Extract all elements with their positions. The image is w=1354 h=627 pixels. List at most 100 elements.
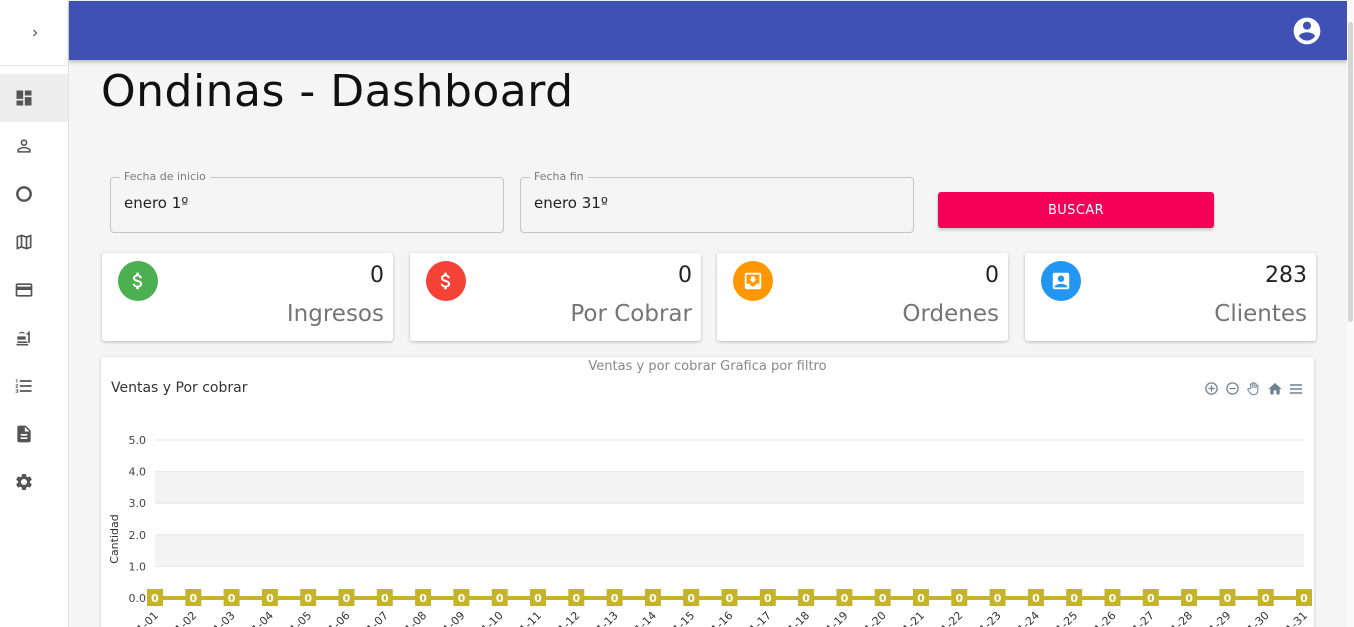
y-tick-label: 5.0 — [129, 434, 147, 447]
x-tick-label: 01-16 — [704, 609, 736, 627]
end-date-label: Fecha fin — [530, 170, 588, 183]
x-tick-label: 01-26 — [1087, 609, 1119, 627]
stat-value-por-cobrar: 0 — [678, 263, 692, 288]
x-tick-label: 01-15 — [666, 609, 698, 627]
start-date-label: Fecha de inicio — [120, 170, 210, 183]
data-label: 0 — [1262, 592, 1270, 605]
start-date-input[interactable] — [124, 194, 484, 212]
data-label: 0 — [611, 592, 619, 605]
grid-band — [155, 534, 1304, 567]
start-date-field[interactable]: Fecha de inicio — [110, 170, 504, 233]
x-tick-label: 01-13 — [589, 609, 621, 627]
sidebar-item-payments[interactable] — [0, 266, 68, 314]
stat-card-clientes: 283 Clientes — [1025, 253, 1316, 341]
data-label: 0 — [726, 592, 734, 605]
x-tick-label: 01-05 — [283, 609, 315, 627]
x-tick-label: 01-04 — [244, 609, 276, 627]
data-label: 0 — [1032, 592, 1040, 605]
stat-label-por-cobrar: Por Cobrar — [570, 301, 692, 327]
sidebar-item-users[interactable] — [0, 122, 68, 170]
data-label: 0 — [841, 592, 849, 605]
stat-value-clientes: 283 — [1265, 263, 1307, 288]
sidebar-item-orders[interactable] — [0, 314, 68, 362]
x-tick-label: 01-28 — [1163, 609, 1195, 627]
x-tick-label: 01-30 — [1240, 609, 1272, 627]
data-label: 0 — [304, 592, 312, 605]
data-label: 0 — [764, 592, 772, 605]
settings-icon — [16, 474, 32, 490]
data-label: 0 — [419, 592, 427, 605]
chart-toolbar — [1203, 380, 1304, 397]
data-label: 0 — [917, 592, 925, 605]
y-tick-label: 3.0 — [129, 497, 147, 510]
stat-value-ingresos: 0 — [370, 263, 384, 288]
x-tick-label: 01-10 — [474, 609, 506, 627]
chart-title: Ventas y Por cobrar — [111, 380, 248, 396]
x-tick-label: 01-06 — [321, 609, 353, 627]
account-circle-icon — [1293, 17, 1321, 45]
dollar-icon — [426, 261, 466, 301]
home-icon[interactable] — [1266, 380, 1283, 397]
data-label: 0 — [649, 592, 657, 605]
data-label: 0 — [534, 592, 542, 605]
sidebar-toggle-button[interactable] — [0, 0, 69, 66]
grid-band — [155, 471, 1304, 504]
x-tick-label: 01-09 — [436, 609, 468, 627]
sidebar-item-circle[interactable] — [0, 170, 68, 218]
data-label: 0 — [151, 592, 159, 605]
contact-icon — [1041, 261, 1081, 301]
scrollbar-thumb[interactable] — [1348, 22, 1353, 322]
page-scrollbar[interactable] — [1347, 0, 1354, 627]
menu-icon[interactable] — [1287, 380, 1304, 397]
x-tick-label: 01-07 — [359, 609, 391, 627]
chart-plot: 0.01.02.03.04.05.0Cantidad001-01001-0200… — [108, 434, 1312, 627]
x-tick-label: 01-20 — [857, 609, 889, 627]
data-label: 0 — [802, 592, 810, 605]
x-tick-label: 01-23 — [972, 609, 1004, 627]
x-tick-label: 01-02 — [168, 609, 200, 627]
data-label: 0 — [1109, 592, 1117, 605]
sidebar-item-reports[interactable] — [0, 410, 68, 458]
x-tick-label: 01-17 — [742, 609, 774, 627]
inbox-icon — [733, 261, 773, 301]
sidebar-item-map[interactable] — [0, 218, 68, 266]
x-tick-label: 01-08 — [397, 609, 429, 627]
y-tick-label: 2.0 — [129, 529, 147, 542]
data-label: 0 — [879, 592, 887, 605]
page-title: Ondinas - Dashboard — [101, 66, 574, 117]
x-tick-label: 01-31 — [1278, 609, 1310, 627]
pan-hand-icon[interactable] — [1245, 380, 1262, 397]
data-label: 0 — [228, 592, 236, 605]
end-date-input[interactable] — [534, 194, 894, 212]
data-label: 0 — [1300, 592, 1308, 605]
dashboard-icon — [16, 90, 32, 106]
data-label: 0 — [266, 592, 274, 605]
sidebar-item-list[interactable] — [0, 362, 68, 410]
stat-card-ingresos: 0 Ingresos — [102, 253, 393, 341]
list-icon — [15, 379, 32, 393]
zoom-in-icon[interactable] — [1203, 380, 1220, 397]
account-button[interactable] — [1291, 15, 1323, 47]
chevron-right-icon — [32, 29, 37, 36]
stat-label-ingresos: Ingresos — [286, 301, 384, 327]
search-button[interactable]: BUSCAR — [938, 192, 1214, 228]
x-tick-label: 01-27 — [1125, 609, 1157, 627]
map-icon — [16, 234, 32, 250]
x-tick-label: 01-29 — [1202, 609, 1234, 627]
stat-card-ordenes: 0 Ordenes — [717, 253, 1008, 341]
stat-value-ordenes: 0 — [985, 263, 999, 288]
data-label: 0 — [381, 592, 389, 605]
data-label: 0 — [687, 592, 695, 605]
app-bar — [69, 1, 1347, 60]
sidebar-item-settings[interactable] — [0, 458, 68, 506]
data-label: 0 — [1185, 592, 1193, 605]
x-tick-label: 01-12 — [551, 609, 583, 627]
data-label: 0 — [189, 592, 197, 605]
sidebar-item-dashboard[interactable] — [0, 74, 68, 122]
end-date-field[interactable]: Fecha fin — [520, 170, 914, 233]
x-tick-label: 01-03 — [206, 609, 238, 627]
zoom-out-icon[interactable] — [1224, 380, 1241, 397]
document-icon — [17, 425, 31, 443]
chart-card: 0.0 1.0 2.0 3.0 4.0 5.0 Cantidad 0 01-01 0 01-02 0 0… — [101, 357, 1314, 627]
stat-label-clientes: Clientes — [1214, 301, 1307, 327]
